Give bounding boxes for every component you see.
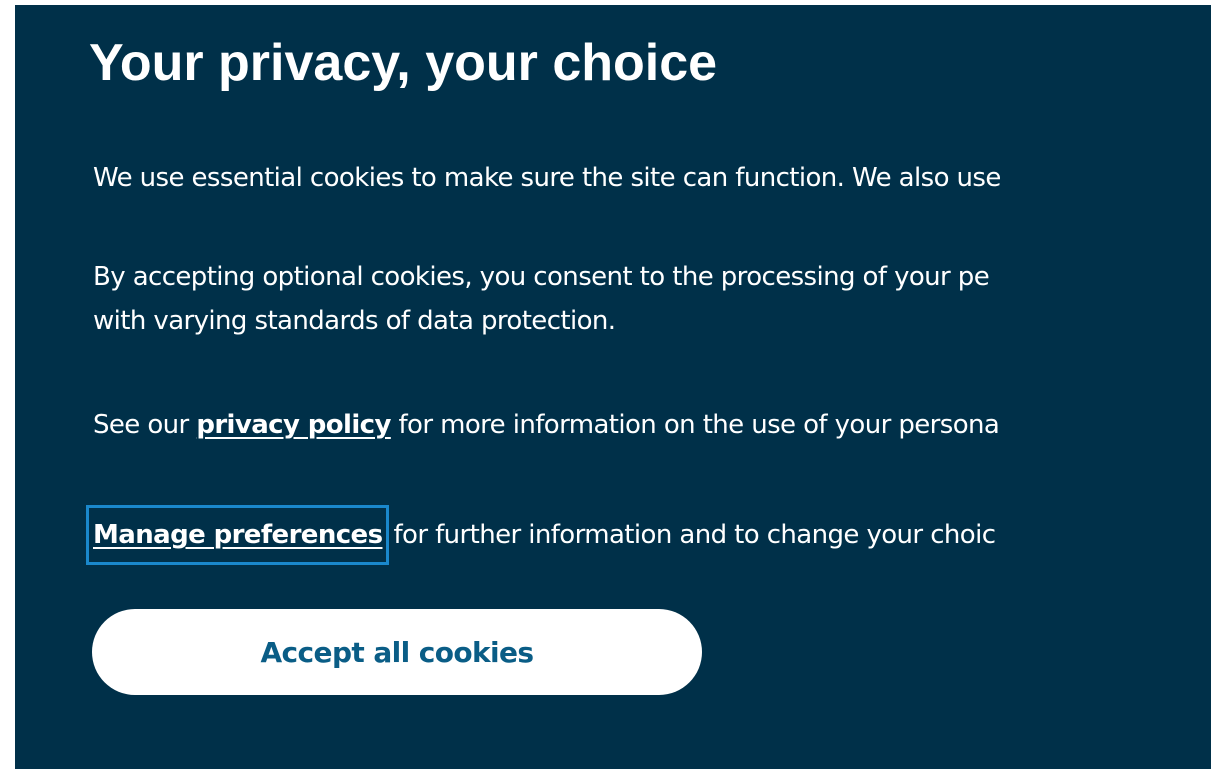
essential-cookies-text: We use essential cookies to make sure th… xyxy=(93,163,1001,193)
consent-text: By accepting optional cookies, you conse… xyxy=(93,255,990,343)
cookie-consent-banner: Your privacy, your choice We use essenti… xyxy=(15,5,1211,769)
consent-text-line-2: with varying standards of data protectio… xyxy=(93,306,616,336)
manage-preferences-link[interactable]: Manage preferences xyxy=(86,505,390,565)
banner-title: Your privacy, your choice xyxy=(89,34,718,92)
privacy-policy-link[interactable]: privacy policy xyxy=(196,410,391,440)
accept-all-cookies-button[interactable]: Accept all cookies xyxy=(92,609,702,695)
privacy-prefix: See our xyxy=(93,410,197,440)
manage-suffix: for further information and to change yo… xyxy=(393,520,996,550)
manage-preferences-text: Manage preferences for further informatio… xyxy=(86,505,996,565)
consent-text-line-1: By accepting optional cookies, you conse… xyxy=(93,262,990,292)
privacy-suffix: for more information on the use of your … xyxy=(390,410,1000,440)
privacy-policy-text: See our privacy policy for more informat… xyxy=(93,403,1000,447)
